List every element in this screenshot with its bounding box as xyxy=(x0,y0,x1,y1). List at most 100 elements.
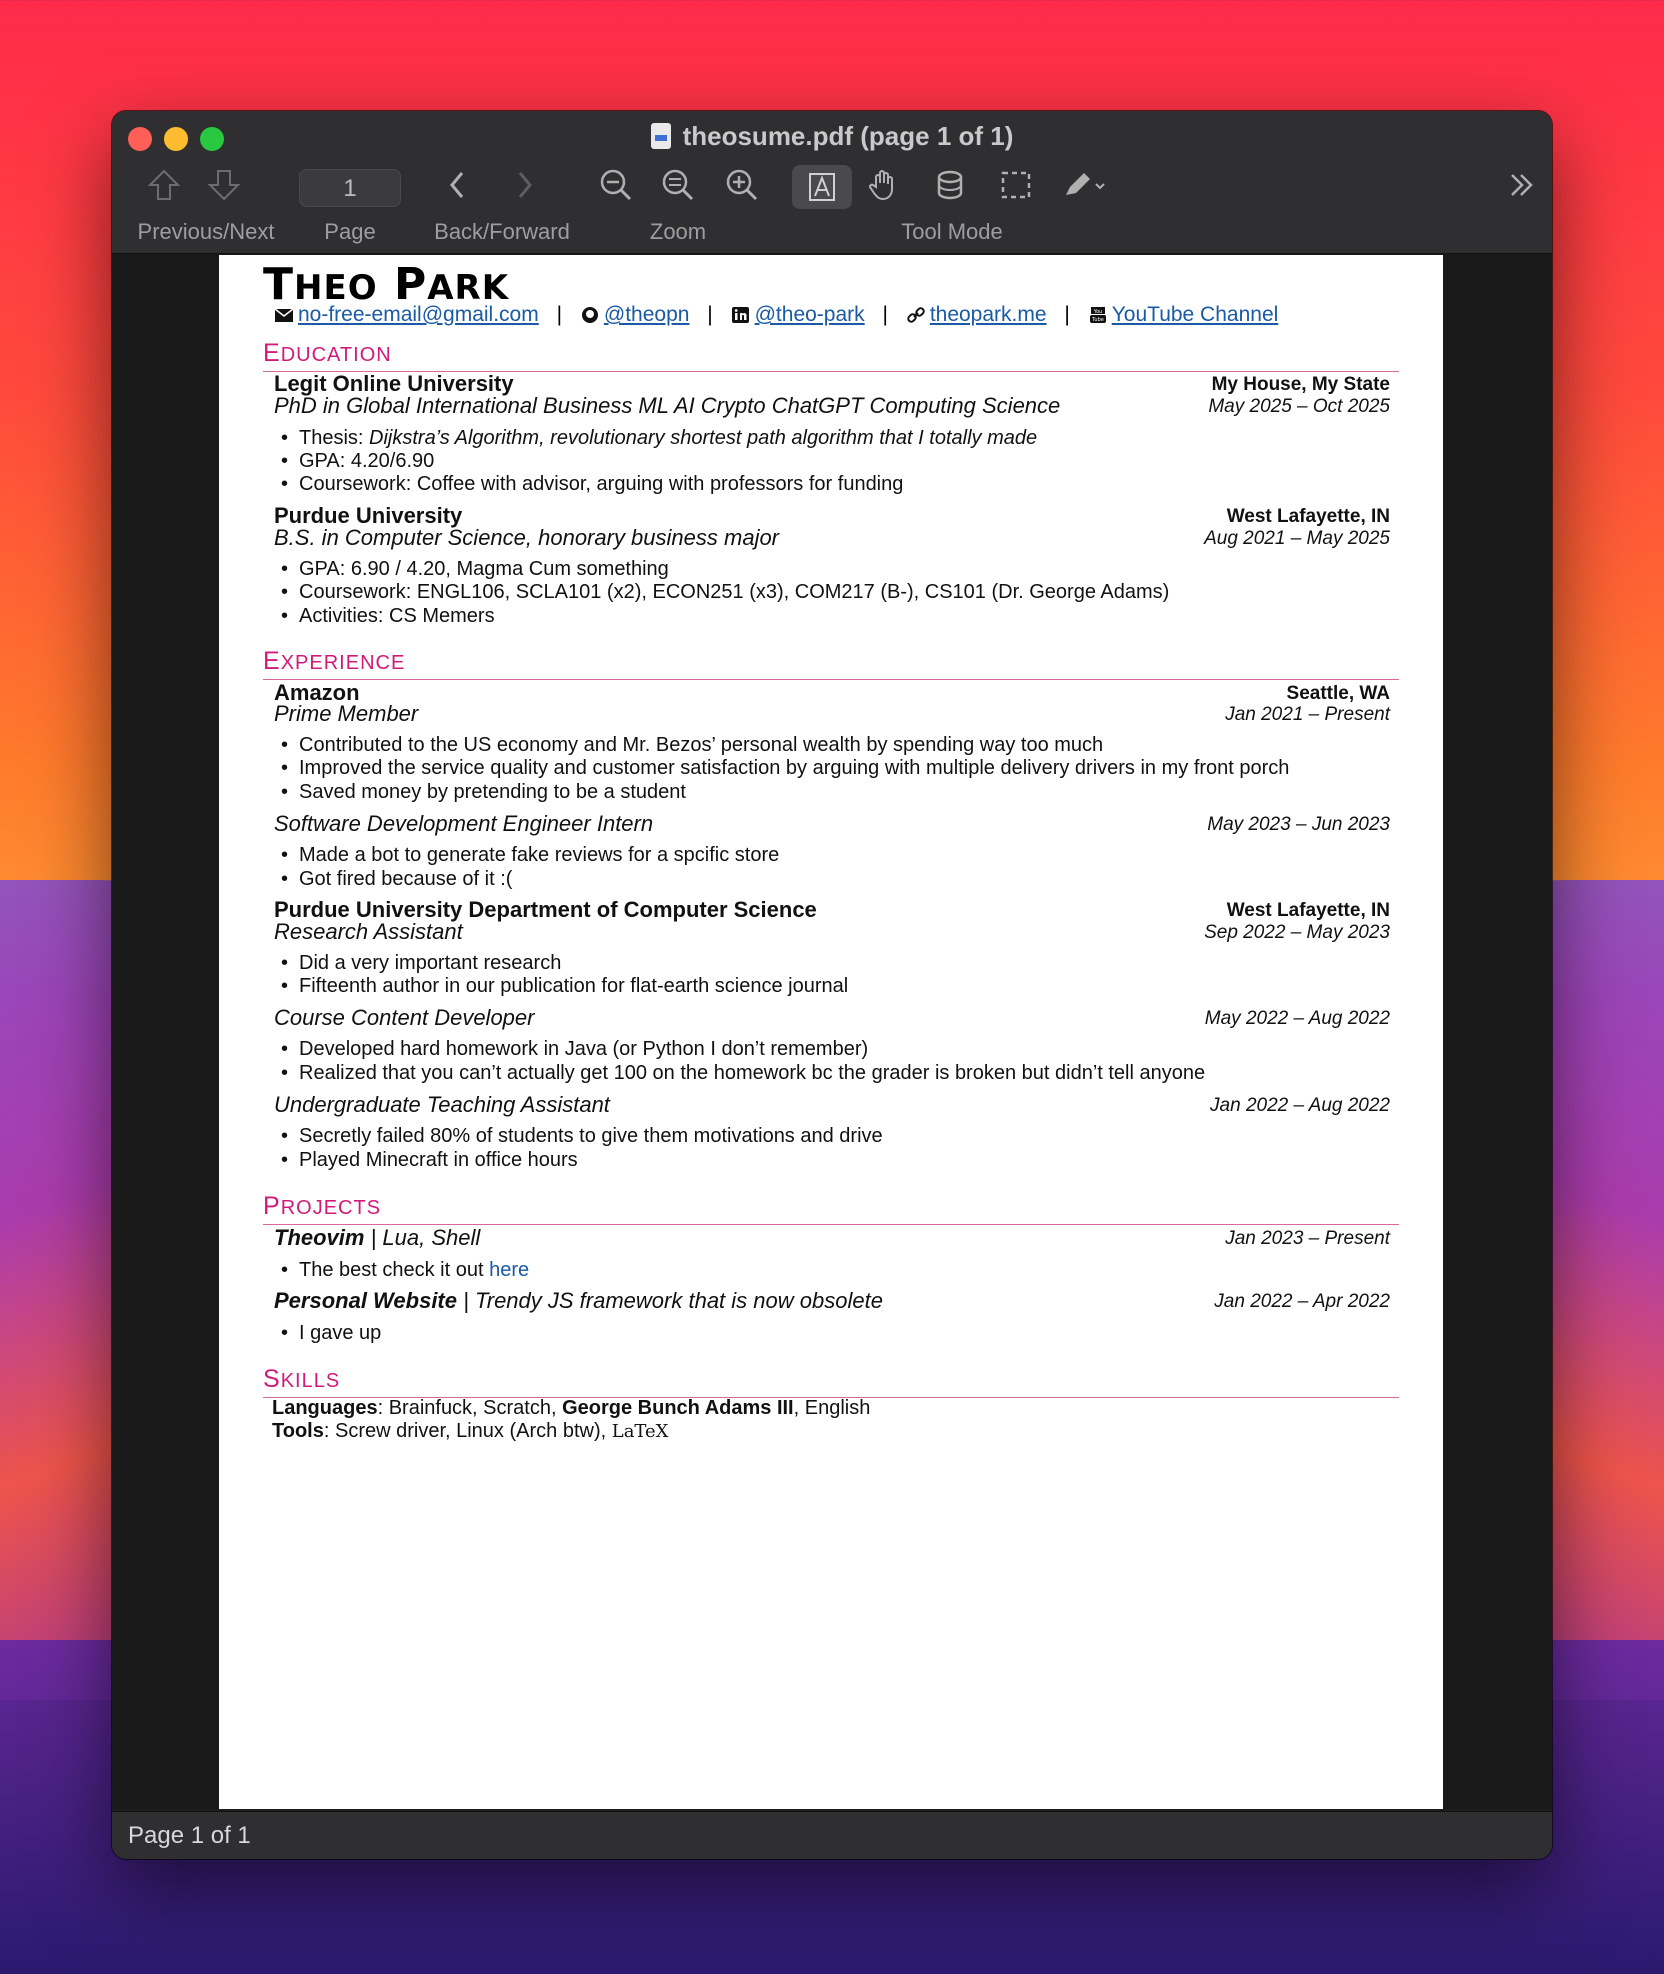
zoom-in-icon xyxy=(726,169,758,201)
email-link[interactable]: no-free-email@gmail.com xyxy=(298,303,539,326)
bullet-item: Thesis: Dijkstra’s Algorithm, revolution… xyxy=(281,427,1038,450)
back-button[interactable] xyxy=(442,167,472,203)
contact-separator: | xyxy=(707,303,713,326)
pdf-page: THEO PARK no-free-email@gmail.com | @the… xyxy=(219,255,1443,1809)
projects-heading: PROJECTS xyxy=(263,1192,1399,1225)
role-dates: Sep 2022 – May 2023 xyxy=(1204,922,1390,943)
languages-list-b: , English xyxy=(793,1397,871,1419)
project-tech: | Lua, Shell xyxy=(364,1225,481,1250)
linkedin-icon xyxy=(731,307,749,323)
zoom-out-icon xyxy=(600,169,632,201)
thesis-title: Dijkstra’s Algorithm, revolutionary shor… xyxy=(369,427,1038,449)
languages-bold: George Bunch Adams III xyxy=(562,1397,794,1419)
website-contact: theopark.me xyxy=(906,303,1047,327)
dashed-rectangle-icon xyxy=(1001,171,1031,199)
project-tech: | Trendy JS framework that is now obsole… xyxy=(457,1288,883,1313)
github-link[interactable]: @theopn xyxy=(604,303,690,326)
company-location: Seattle, WA xyxy=(1286,683,1390,704)
zoom-actual-button[interactable] xyxy=(598,167,634,203)
contact-separator: | xyxy=(882,303,888,326)
education-dates: Aug 2021 – May 2025 xyxy=(1204,528,1390,549)
envelope-icon xyxy=(274,308,294,322)
toolbar-overflow-button[interactable] xyxy=(1506,167,1538,203)
role-title: Course Content Developer xyxy=(274,1005,535,1030)
zoom-label: Zoom xyxy=(649,219,707,244)
role-title: Software Development Engineer Intern xyxy=(274,811,654,836)
arrow-down-icon xyxy=(207,170,241,201)
bullet-item: GPA: 6.90 / 4.20, Magma Cum something xyxy=(281,558,669,581)
project-name: Personal Website xyxy=(274,1288,457,1313)
next-page-button[interactable] xyxy=(206,167,242,203)
hand-icon xyxy=(869,170,893,201)
tools-line: Tools: Screw driver, Linux (Arch btw), L… xyxy=(272,1420,669,1443)
contact-separator: | xyxy=(556,303,563,326)
company-location: West Lafayette, IN xyxy=(1226,900,1390,921)
degree: PhD in Global International Business ML … xyxy=(274,393,1061,418)
tool-mode-label: Tool Mode xyxy=(901,219,1003,244)
preview-window: theosume.pdf (page 1 of 1) 1 Previous/Ne… xyxy=(112,111,1552,1859)
project-name: Theovim xyxy=(274,1225,365,1250)
youtube-contact: You Tube YouTube Channel xyxy=(1088,303,1279,327)
project-dates: Jan 2022 – Apr 2022 xyxy=(1214,1291,1390,1312)
bullet-item: Played Minecraft in office hours xyxy=(281,1149,578,1172)
bullet-item: GPA: 4.20/6.90 xyxy=(281,450,434,473)
role-dates: May 2022 – Aug 2022 xyxy=(1204,1008,1390,1029)
github-icon xyxy=(581,307,598,323)
bullet-item: Coursework: Coffee with advisor, arguing… xyxy=(281,473,903,496)
github-contact: @theopn xyxy=(580,303,690,327)
bullet-item: I gave up xyxy=(281,1322,381,1345)
contact-separator: | xyxy=(1064,303,1070,326)
zoom-in-button[interactable] xyxy=(724,167,760,203)
bullet-item: Secretly failed 80% of students to give … xyxy=(281,1125,883,1148)
page-number-field[interactable]: 1 xyxy=(299,169,401,207)
tools-list: : Screw driver, Linux (Arch btw), xyxy=(323,1420,612,1442)
bullet-item: Did a very important research xyxy=(281,952,561,975)
titlebar: theosume.pdf (page 1 of 1) 1 Previous/Ne… xyxy=(112,111,1552,254)
forward-button[interactable] xyxy=(510,167,540,203)
school-location: West Lafayette, IN xyxy=(1226,506,1390,527)
bullet-item: Saved money by pretending to be a studen… xyxy=(281,781,686,804)
role-dates: May 2023 – Jun 2023 xyxy=(1207,814,1390,835)
back-forward-label: Back/Forward xyxy=(434,219,570,244)
text-tool-button[interactable] xyxy=(792,165,852,209)
zoom-fit-icon xyxy=(662,169,694,201)
role-dates: Jan 2021 – Present xyxy=(1225,704,1390,725)
thesis-label: Thesis: xyxy=(299,427,370,449)
status-bar: Page 1 of 1 xyxy=(112,1811,1552,1859)
page-label: Page xyxy=(324,219,376,244)
previous-page-button[interactable] xyxy=(146,167,182,203)
linkedin-link[interactable]: @theo-park xyxy=(755,303,865,326)
prev-next-label: Previous/Next xyxy=(137,219,275,244)
here-link[interactable]: here xyxy=(489,1259,529,1281)
youtube-link[interactable]: YouTube Channel xyxy=(1112,303,1279,326)
zoom-out-button[interactable] xyxy=(660,167,696,203)
project-dates: Jan 2023 – Present xyxy=(1225,1228,1390,1249)
bullet-item: Contributed to the US economy and Mr. Be… xyxy=(281,734,1103,757)
text-selection-icon xyxy=(809,173,835,201)
hand-tool-button[interactable] xyxy=(866,167,902,203)
project-title: Personal Website | Trendy JS framework t… xyxy=(274,1288,883,1314)
window-title: theosume.pdf (page 1 of 1) xyxy=(112,121,1552,152)
email-contact: no-free-email@gmail.com xyxy=(274,303,539,327)
bullet-item: Fifteenth author in our publication for … xyxy=(281,975,848,998)
rect-select-button[interactable] xyxy=(998,167,1034,203)
svg-text:Tube: Tube xyxy=(1091,317,1104,323)
bullet-item: Made a bot to generate fake reviews for … xyxy=(281,844,779,867)
bullet-item: Activities: CS Memers xyxy=(281,605,495,628)
bullet-item: Got fired because of it :( xyxy=(281,868,512,891)
degree: B.S. in Computer Science, honorary busin… xyxy=(274,525,780,550)
chevron-right-icon xyxy=(518,172,532,198)
role-title: Undergraduate Teaching Assistant xyxy=(274,1092,610,1117)
website-link[interactable]: theopark.me xyxy=(930,303,1047,326)
markup-button[interactable] xyxy=(1060,167,1108,203)
project-bullet-text: The best check it out xyxy=(299,1259,490,1281)
linkedin-contact: @theo-park xyxy=(731,303,865,327)
experience-heading: EXPERIENCE xyxy=(263,647,1399,680)
select-tool-button[interactable] xyxy=(932,167,968,203)
latex-logo: LaTeX xyxy=(611,1421,669,1442)
languages-list-a: : Brainfuck, Scratch, xyxy=(377,1397,563,1419)
document-viewport[interactable]: THEO PARK no-free-email@gmail.com | @the… xyxy=(112,254,1552,1809)
bullet-item: Developed hard homework in Java (or Pyth… xyxy=(281,1038,868,1061)
languages-line: Languages: Brainfuck, Scratch, George Bu… xyxy=(272,1397,870,1420)
pen-icon xyxy=(1066,173,1105,195)
